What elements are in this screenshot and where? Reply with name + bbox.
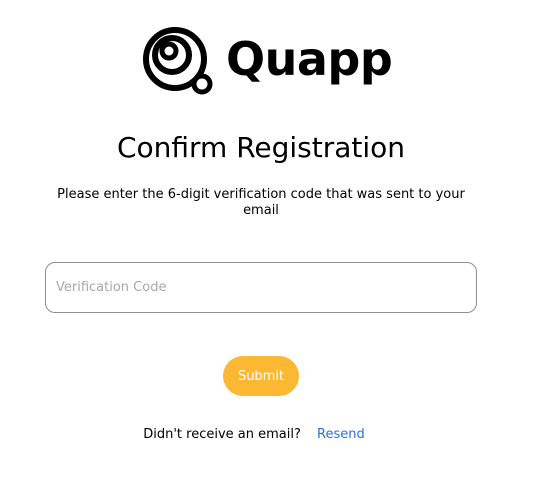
verification-code-input[interactable]: [45, 262, 477, 313]
brand-name: Quapp: [226, 32, 393, 86]
resend-link[interactable]: Resend: [317, 427, 365, 442]
resend-row: Didn't receive an email? Resend: [0, 426, 508, 444]
submit-button[interactable]: Submit: [223, 356, 299, 396]
resend-prompt: Didn't receive an email?: [143, 427, 301, 442]
brand-logo: Quapp: [142, 25, 393, 97]
quapp-logo-icon: [143, 27, 213, 95]
page-title: Confirm Registration: [116, 131, 406, 164]
instructions-text: Please enter the 6-digit verification co…: [57, 187, 465, 218]
confirm-registration-page: Quapp Confirm Registration Please enter …: [0, 0, 538, 497]
